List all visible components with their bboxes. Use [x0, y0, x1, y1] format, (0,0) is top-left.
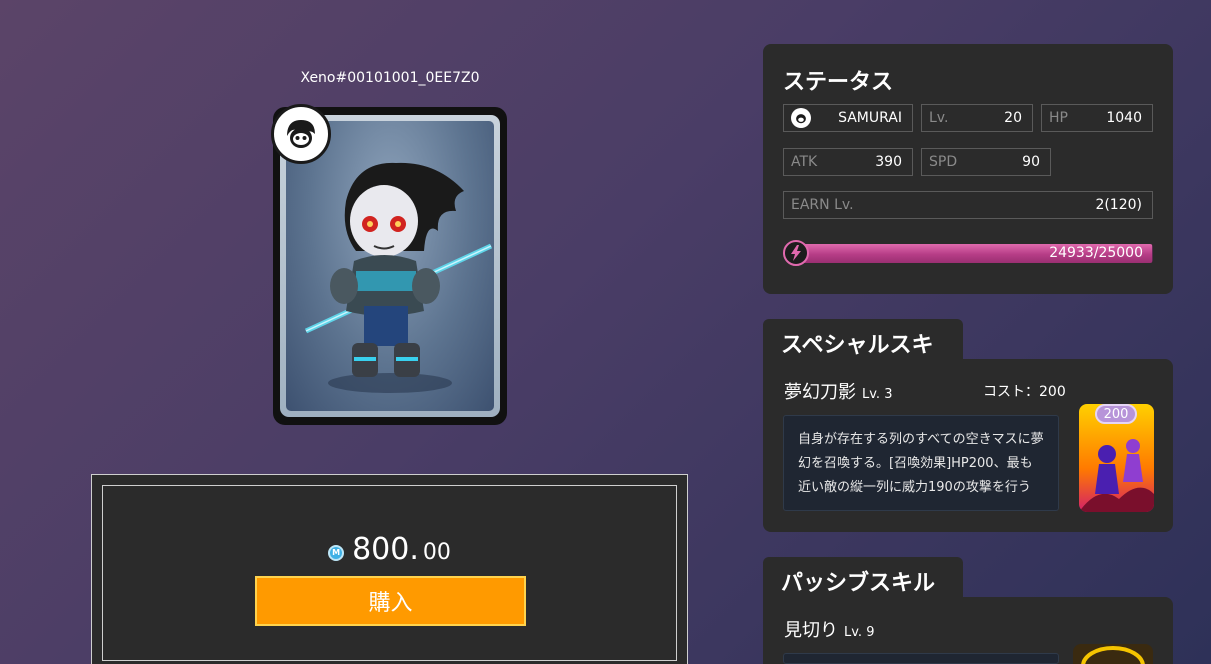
hp-value: 1040	[1106, 110, 1142, 126]
price-display: M 800. 00	[103, 532, 676, 567]
special-skill-image[interactable]: 200	[1079, 404, 1154, 512]
special-skill-name-text: 夢幻刀影	[784, 382, 856, 403]
special-skill-cost-badge: 200	[1095, 404, 1137, 424]
spd-value: 90	[1022, 154, 1040, 170]
spd-stat: SPD 90	[921, 148, 1051, 176]
class-name: SAMURAI	[838, 110, 902, 126]
passive-skill-1-description	[783, 653, 1059, 664]
level-stat: Lv. 20	[921, 104, 1033, 132]
atk-label: ATK	[791, 154, 818, 170]
earn-level-label: EARN Lv.	[791, 197, 854, 213]
coin-icon: M	[328, 544, 345, 561]
status-title: ステータス	[783, 70, 894, 95]
purchase-panel-inner: M 800. 00 購入	[102, 485, 677, 661]
passive-skill-1-image[interactable]	[1073, 644, 1153, 664]
hp-stat: HP 1040	[1041, 104, 1153, 132]
atk-stat: ATK 390	[783, 148, 913, 176]
lightning-bolt-icon	[783, 240, 809, 266]
passive-skill-1-name-text: 見切り	[784, 620, 838, 641]
purchase-panel: M 800. 00 購入	[91, 474, 688, 664]
passive-skill-1-level: Lv. 9	[844, 625, 875, 640]
energy-bar: 24933/25000	[783, 240, 1153, 266]
special-skill-name: 夢幻刀影 Lv. 3	[784, 378, 892, 404]
tab-special-skill: スペシャルスキル	[763, 319, 963, 390]
level-label: Lv.	[929, 110, 949, 126]
character-card	[271, 104, 509, 426]
energy-value: 24933/25000	[1049, 245, 1143, 261]
earn-level-value: 2(120)	[1095, 197, 1142, 213]
atk-value: 390	[875, 154, 902, 170]
special-skill-cost: コスト：200	[983, 384, 1066, 400]
level-value: 20	[1004, 110, 1022, 126]
samurai-character-image	[304, 162, 493, 393]
special-skill-level: Lv. 3	[862, 387, 893, 402]
character-art	[286, 121, 494, 411]
hp-label: HP	[1049, 110, 1068, 126]
class-stat: SAMURAI	[783, 104, 913, 132]
samurai-class-small-icon	[791, 108, 811, 128]
buy-button[interactable]: 購入	[255, 576, 526, 626]
price-decimal: 00	[422, 540, 451, 565]
nft-id-label: Xeno#00101001_0EE7Z0	[300, 70, 480, 86]
samurai-class-icon	[271, 104, 331, 164]
passive-skill-1-name: 見切り Lv. 9	[784, 616, 874, 642]
price-integer: 800.	[352, 532, 419, 567]
earn-level-stat: EARN Lv. 2(120)	[783, 191, 1153, 219]
tab-passive-skill-1: パッシブスキル 1	[763, 557, 963, 622]
passive-skill-1-art	[1073, 644, 1153, 664]
spd-label: SPD	[929, 154, 958, 170]
special-skill-description: 自身が存在する列のすべての空きマスに夢幻を召喚する。[召喚効果]HP200、最も…	[783, 415, 1059, 511]
